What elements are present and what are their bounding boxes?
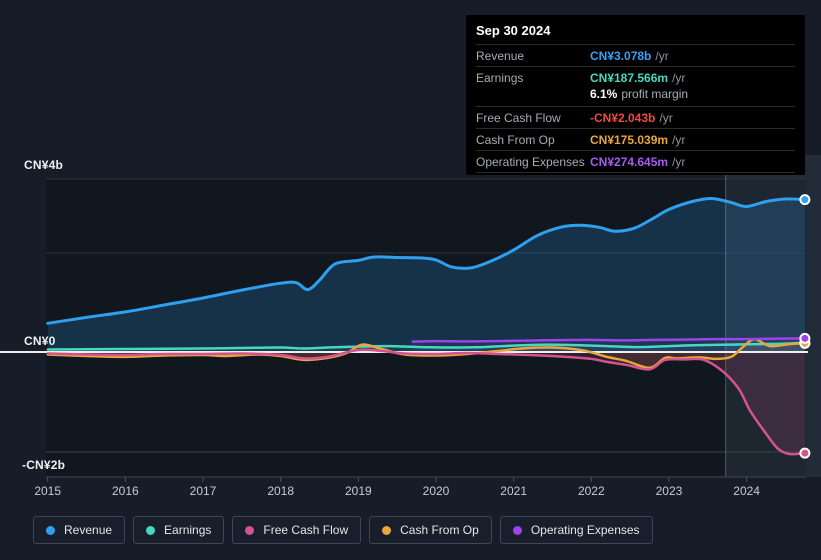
tooltip-value: CN¥187.566m <box>590 71 668 85</box>
tooltip-suffix: /yr <box>672 155 685 169</box>
legend-label: Cash From Op <box>400 523 479 537</box>
x-axis-label: 2020 <box>414 484 458 498</box>
tooltip-row-free-cash-flow: Free Cash Flow -CN¥2.043b /yr <box>476 107 795 129</box>
x-axis-label: 2024 <box>725 484 769 498</box>
profit-margin-text: profit margin <box>621 87 688 101</box>
legend-item-revenue[interactable]: Revenue <box>33 516 125 544</box>
tooltip-label: Operating Expenses <box>476 155 590 169</box>
tooltip-value: -CN¥2.043b <box>590 111 655 125</box>
tooltip-suffix: /yr <box>659 111 672 125</box>
legend-item-earnings[interactable]: Earnings <box>133 516 224 544</box>
tooltip-value: CN¥274.645m <box>590 155 668 169</box>
tooltip-label: Revenue <box>476 49 590 63</box>
profit-margin-value: 6.1% <box>590 87 617 101</box>
tooltip-row-cash-from-op: Cash From Op CN¥175.039m /yr <box>476 129 795 151</box>
operating-expenses-dot-icon <box>513 526 522 535</box>
x-axis-label: 2019 <box>336 484 380 498</box>
y-axis-label-zero: CN¥0 <box>24 334 55 348</box>
earnings-revenue-chart-panel: CN¥4b CN¥0 -CN¥2b 2015 2016 2017 2018 2019 20… <box>0 0 821 560</box>
tooltip-suffix: /yr <box>655 49 668 63</box>
earnings-dot-icon <box>146 526 155 535</box>
y-axis-label-neg2b: -CN¥2b <box>22 458 65 472</box>
legend-item-cash-from-op[interactable]: Cash From Op <box>369 516 492 544</box>
operating-expenses-hover-marker <box>800 334 809 343</box>
y-axis-label-4b: CN¥4b <box>24 158 63 172</box>
cash-from-op-dot-icon <box>382 526 391 535</box>
x-axis-label: 2018 <box>259 484 303 498</box>
free-cash-flow-hover-marker <box>800 449 809 458</box>
x-axis-label: 2022 <box>569 484 613 498</box>
tooltip-label: Cash From Op <box>476 133 590 147</box>
tooltip-row-profit-margin: 6.1% profit margin <box>476 86 795 107</box>
revenue-dot-icon <box>46 526 55 535</box>
revenue-hover-marker <box>800 195 809 204</box>
x-axis-label: 2023 <box>647 484 691 498</box>
tooltip-row-revenue: Revenue CN¥3.078b /yr <box>476 45 795 67</box>
legend-item-operating-expenses[interactable]: Operating Expenses <box>500 516 653 544</box>
free-cash-flow-dot-icon <box>245 526 254 535</box>
x-axis-label: 2015 <box>26 484 70 498</box>
hover-tooltip: Sep 30 2024 Revenue CN¥3.078b /yr Earnin… <box>466 15 805 175</box>
legend-label: Earnings <box>164 523 211 537</box>
tooltip-date: Sep 30 2024 <box>476 15 795 45</box>
chart-legend: Revenue Earnings Free Cash Flow Cash Fro… <box>33 516 653 544</box>
legend-label: Free Cash Flow <box>263 523 348 537</box>
x-axis-label: 2017 <box>181 484 225 498</box>
tooltip-row-operating-expenses: Operating Expenses CN¥274.645m /yr <box>476 151 795 173</box>
legend-item-free-cash-flow[interactable]: Free Cash Flow <box>232 516 361 544</box>
tooltip-row-earnings: Earnings CN¥187.566m /yr <box>476 67 795 86</box>
tooltip-label: Earnings <box>476 71 590 85</box>
tooltip-value: CN¥3.078b <box>590 49 651 63</box>
tooltip-label: Free Cash Flow <box>476 111 590 125</box>
legend-label: Revenue <box>64 523 112 537</box>
tooltip-value: CN¥175.039m <box>590 133 668 147</box>
tooltip-suffix: /yr <box>672 71 685 85</box>
tooltip-suffix: /yr <box>672 133 685 147</box>
x-axis-label: 2016 <box>103 484 147 498</box>
legend-label: Operating Expenses <box>531 523 640 537</box>
x-axis-label: 2021 <box>492 484 536 498</box>
